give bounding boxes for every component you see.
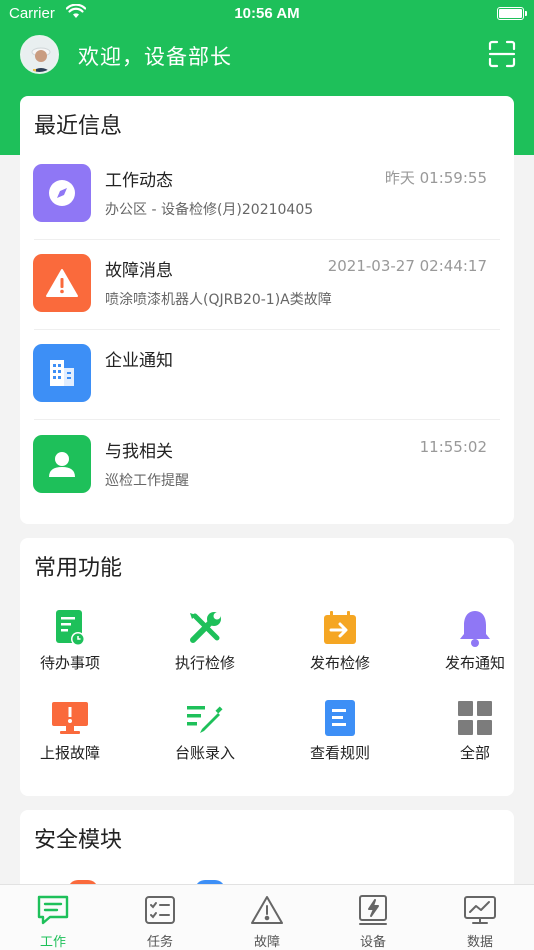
- tab-label: 任务: [146, 935, 173, 950]
- tab-work[interactable]: 工作: [13, 893, 93, 950]
- status-bar: Carrier 10:56 AM: [0, 0, 534, 28]
- warning-icon: [33, 254, 91, 312]
- report-monitor-icon: [50, 698, 90, 738]
- pencil-entry-icon: [185, 698, 225, 738]
- func-label: 发布检修: [309, 654, 370, 672]
- safety-module-title: 安全模块: [34, 828, 123, 853]
- tab-label: 数据: [466, 935, 493, 950]
- func-todo[interactable]: 待办事项: [20, 608, 120, 673]
- message-title: 企业通知: [105, 351, 173, 371]
- message-row-fault[interactable]: 故障消息 2021-03-27 02:44:17 喷涂喷漆机器人(QJRB20-…: [20, 240, 514, 330]
- message-subtitle: 喷涂喷漆机器人(QJRB20-1)A类故障: [105, 292, 332, 308]
- app-header: 欢迎，设备部长: [0, 28, 534, 84]
- message-subtitle: 巡检工作提醒: [105, 473, 189, 489]
- avatar[interactable]: [20, 35, 59, 74]
- message-title: 与我相关: [105, 442, 173, 462]
- func-report-fault[interactable]: 上报故障: [20, 698, 120, 763]
- message-title: 故障消息: [105, 261, 173, 281]
- message-row-work[interactable]: 工作动态 昨天 01:59:55 办公区 - 设备检修(月)20210405: [20, 150, 514, 240]
- func-ledger-entry[interactable]: 台账录入: [155, 698, 255, 763]
- grid-icon: [455, 698, 495, 738]
- recent-info-title: 最近信息: [34, 114, 123, 139]
- warning-outline-icon: [249, 893, 285, 927]
- tab-label: 故障: [253, 935, 280, 950]
- tab-fault[interactable]: 故障: [227, 893, 307, 950]
- func-label: 全部: [459, 744, 490, 762]
- tab-task[interactable]: 任务: [120, 893, 200, 950]
- welcome-text: 欢迎，设备部长: [78, 45, 232, 69]
- building-icon: [33, 344, 91, 402]
- message-row-mine[interactable]: 与我相关 11:55:02 巡检工作提醒: [20, 421, 514, 511]
- tab-data[interactable]: 数据: [440, 893, 520, 950]
- divider: [34, 419, 500, 420]
- clock: 10:56 AM: [234, 5, 300, 22]
- user-icon: [33, 435, 91, 493]
- func-label: 待办事项: [39, 654, 100, 672]
- func-publish-notice[interactable]: 发布通知: [425, 608, 525, 673]
- tab-bar: 工作 任务 故障 设备 数据: [0, 884, 534, 950]
- common-functions-title: 常用功能: [34, 556, 123, 581]
- func-label: 执行检修: [174, 654, 235, 672]
- wrench-screwdriver-icon: [185, 608, 225, 648]
- func-label: 发布通知: [444, 654, 505, 672]
- message-row-notice[interactable]: 企业通知: [20, 330, 514, 420]
- bell-icon: [455, 608, 495, 648]
- message-subtitle: 办公区 - 设备检修(月)20210405: [105, 202, 314, 218]
- tab-label: 工作: [39, 935, 66, 950]
- chart-monitor-icon: [462, 893, 498, 927]
- message-title: 工作动态: [105, 171, 173, 191]
- chat-icon: [35, 893, 71, 927]
- func-execute-repair[interactable]: 执行检修: [155, 608, 255, 673]
- calendar-arrow-icon: [320, 608, 360, 648]
- task-card-icon: [142, 893, 178, 927]
- recent-info-card: 最近信息 工作动态 昨天 01:59:55 办公区 - 设备检修(月)20210…: [20, 96, 514, 524]
- common-functions-card: 常用功能 待办事项 执行检修 发布检修 发布通知 上报故障 台账录入 查看规则 …: [20, 538, 514, 796]
- func-label: 上报故障: [39, 744, 100, 762]
- scan-button[interactable]: [488, 40, 516, 68]
- todo-doc-icon: [50, 608, 90, 648]
- func-view-rules[interactable]: 查看规则: [290, 698, 390, 763]
- device-bolt-icon: [355, 893, 391, 927]
- func-publish-repair[interactable]: 发布检修: [290, 608, 390, 673]
- func-label: 查看规则: [309, 744, 370, 762]
- compass-icon: [33, 164, 91, 222]
- tab-device[interactable]: 设备: [333, 893, 413, 950]
- document-icon: [320, 698, 360, 738]
- func-all[interactable]: 全部: [425, 698, 525, 763]
- func-label: 台账录入: [174, 744, 235, 762]
- message-time: 2021-03-27 02:44:17: [327, 257, 487, 275]
- battery-icon: [497, 7, 527, 20]
- message-time: 11:55:02: [419, 438, 487, 456]
- scan-icon: [488, 40, 516, 68]
- message-time: 昨天 01:59:55: [384, 169, 487, 187]
- tab-label: 设备: [359, 935, 386, 950]
